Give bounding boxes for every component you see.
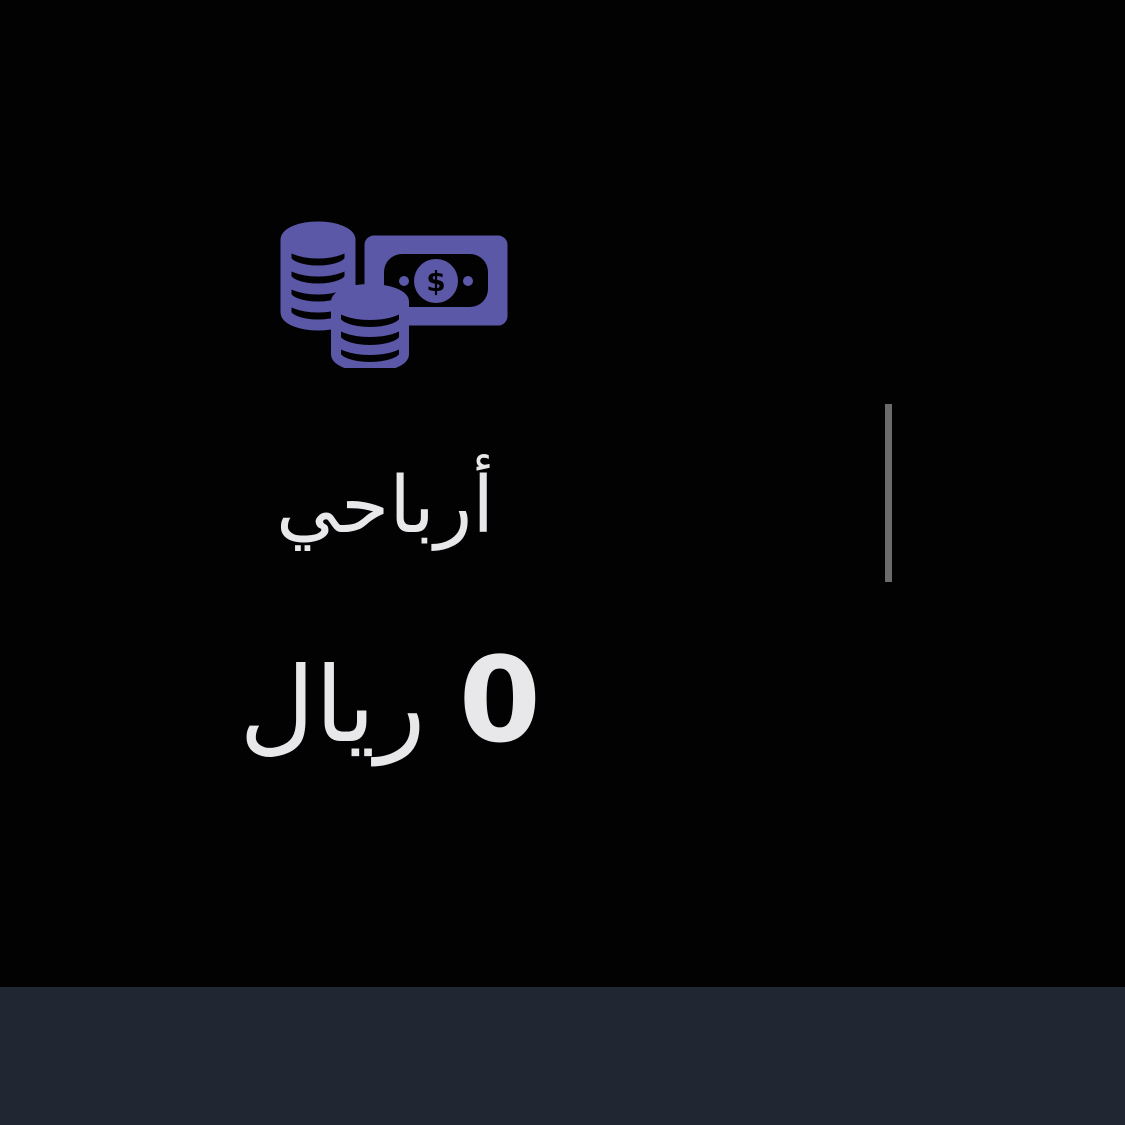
currency-label: ريال: [239, 644, 426, 766]
vertical-divider: [885, 404, 892, 582]
amount-value: 0: [458, 631, 541, 769]
earnings-label: أرباحي: [275, 461, 495, 551]
svg-text:$: $: [426, 265, 445, 298]
bottom-bar: [0, 987, 1125, 1125]
earnings-amount: 0 ريال: [210, 630, 570, 772]
money-icon: $: [280, 218, 510, 372]
earnings-card[interactable]: $ أرباحي 0 ريال: [160, 200, 610, 790]
screen: $ أرباحي 0 ريال: [0, 0, 1125, 1125]
